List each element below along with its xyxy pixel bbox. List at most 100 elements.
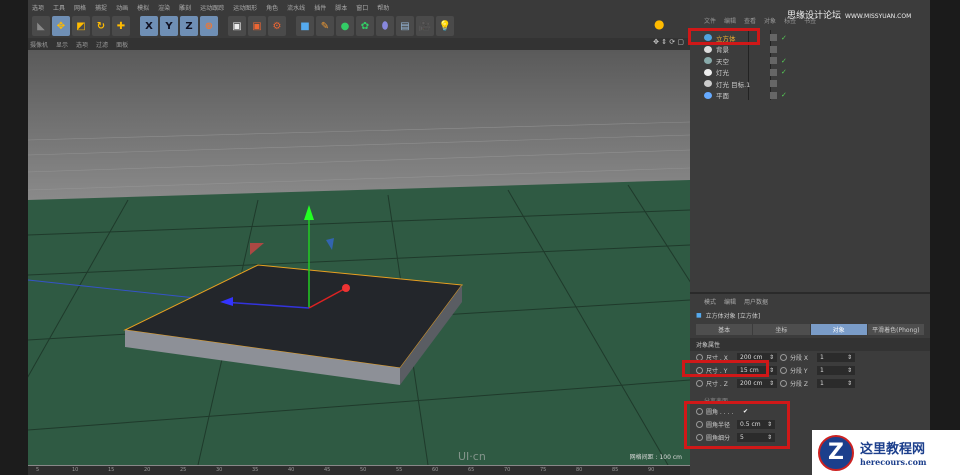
timeline-tick: 50: [360, 467, 367, 473]
menu-item[interactable]: 流水线: [287, 3, 305, 12]
scale-tool-icon[interactable]: ◩: [72, 16, 90, 36]
spin-icon[interactable]: ⇕: [847, 380, 852, 387]
object-manager-tab[interactable]: 编辑: [724, 16, 736, 28]
enabled-check-icon[interactable]: ✓: [781, 68, 787, 76]
pen-icon[interactable]: ✎: [316, 16, 334, 36]
visibility-toggle-icon[interactable]: [770, 80, 777, 87]
x-axis-lock-icon[interactable]: X: [140, 16, 158, 36]
anim-radio[interactable]: [780, 353, 787, 361]
menu-item[interactable]: 运动跟踪: [200, 3, 224, 12]
highlight-box: [688, 28, 760, 45]
highlight-box: [684, 401, 790, 449]
size-value: 200 cm: [740, 379, 763, 387]
x-axis-arrow-icon[interactable]: [342, 284, 350, 292]
logo-title: 这里教程网: [860, 442, 926, 457]
menu-item[interactable]: 角色: [266, 3, 278, 12]
viewport-menu-item[interactable]: 摄像机: [30, 40, 48, 49]
world-coords-icon[interactable]: ⊕: [200, 16, 218, 36]
object-manager-tab[interactable]: 对象: [764, 16, 776, 28]
attribute-subtab[interactable]: 坐标: [753, 324, 810, 335]
object-manager-tab[interactable]: 查看: [744, 16, 756, 28]
anim-radio[interactable]: [780, 366, 787, 374]
segment-field[interactable]: 1 ⇕: [817, 378, 855, 388]
menu-item[interactable]: 模拟: [137, 3, 149, 12]
z-axis-lock-icon[interactable]: Z: [180, 16, 198, 36]
viewport-nav-icons[interactable]: ✥ ⇕ ⟳ ▢: [653, 38, 684, 46]
object-row[interactable]: 灯光 ✓: [696, 67, 926, 78]
timeline-tick: 40: [288, 467, 295, 473]
timeline-tick: 60: [432, 467, 439, 473]
viewport-menu-item[interactable]: 面板: [116, 40, 128, 49]
menu-item[interactable]: 脚本: [335, 3, 347, 12]
timeline-tick: 15: [108, 467, 115, 473]
render-picture-icon[interactable]: ▣: [248, 16, 266, 36]
menu-item[interactable]: 渲染: [158, 3, 170, 12]
menu-item[interactable]: 工具: [53, 3, 65, 12]
object-row[interactable]: 天空 ✓: [696, 55, 926, 66]
menu-item[interactable]: 运动图形: [233, 3, 257, 12]
move-tool-icon[interactable]: ✥: [52, 16, 70, 36]
rotate-tool-icon[interactable]: ↻: [92, 16, 110, 36]
timeline-ruler[interactable]: 5 10 15 20 25 30 35 40 45 50 55 60 65 70 75 80 85 90: [28, 465, 690, 475]
visibility-toggle-icon[interactable]: [770, 45, 777, 53]
add-tool-icon[interactable]: ✚: [112, 16, 130, 36]
enabled-check-icon[interactable]: ✓: [781, 34, 787, 42]
timeline-tick: 85: [612, 467, 619, 473]
attribute-subtab[interactable]: 基本: [696, 324, 753, 335]
undo-icon[interactable]: ◣: [32, 16, 50, 36]
floor-icon[interactable]: ▤: [396, 16, 414, 36]
attribute-tab[interactable]: 编辑: [724, 297, 736, 306]
spin-icon[interactable]: ⇕: [769, 380, 774, 387]
menu-item[interactable]: 窗口: [356, 3, 368, 12]
menu-item[interactable]: 捕捉: [95, 3, 107, 12]
object-manager-tab[interactable]: 文件: [704, 16, 716, 28]
object-name: 平面: [716, 92, 729, 100]
menu-item[interactable]: 动画: [116, 3, 128, 12]
uicn-watermark: UI·cn: [458, 450, 486, 463]
enabled-check-icon[interactable]: ✓: [781, 57, 787, 65]
segment-field[interactable]: 1 ⇕: [817, 352, 855, 362]
visibility-toggle-icon[interactable]: [770, 91, 777, 99]
deformer-icon[interactable]: ⬮: [376, 16, 394, 36]
timeline-tick: 5: [36, 467, 40, 473]
object-row[interactable]: 灯光 目标.1: [696, 78, 926, 89]
visibility-toggle-icon[interactable]: [770, 57, 777, 64]
spin-icon[interactable]: ⇕: [847, 354, 852, 361]
cube-icon[interactable]: ■: [296, 16, 314, 36]
y-axis-lock-icon[interactable]: Y: [160, 16, 178, 36]
enabled-check-icon[interactable]: ✓: [781, 91, 787, 99]
object-row[interactable]: 背景: [696, 44, 926, 55]
viewport-menu-item[interactable]: 过滤: [96, 40, 108, 49]
subdivision-icon[interactable]: ●: [336, 16, 354, 36]
object-name: 天空: [716, 57, 729, 66]
viewport-menu-item[interactable]: 选项: [76, 40, 88, 49]
menu-item[interactable]: 雕刻: [179, 3, 191, 12]
viewport[interactable]: UI·cn 网格间距 : 100 cm: [28, 50, 690, 465]
visibility-toggle-icon[interactable]: [770, 68, 777, 76]
attribute-subtab[interactable]: 平滑着色(Phong): [867, 324, 924, 335]
object-row[interactable]: 平面 ✓: [696, 90, 926, 101]
anim-radio[interactable]: [696, 379, 703, 387]
menu-item[interactable]: 插件: [314, 3, 326, 12]
attribute-tab[interactable]: 模式: [704, 297, 716, 306]
attribute-tab[interactable]: 用户数据: [744, 297, 768, 306]
menu-item[interactable]: 帮助: [377, 3, 389, 12]
menu-item[interactable]: 选项: [32, 3, 44, 12]
render-settings-icon[interactable]: ⚙: [268, 16, 286, 36]
spin-icon[interactable]: ⇕: [769, 367, 774, 374]
visibility-toggle-icon[interactable]: [770, 34, 777, 41]
cloner-icon[interactable]: ✿: [356, 16, 374, 36]
anim-radio[interactable]: [780, 379, 787, 387]
render-view-icon[interactable]: ▣: [228, 16, 246, 36]
herecours-logo: Z 这里教程网 herecours.com: [812, 430, 960, 475]
spin-icon[interactable]: ⇕: [847, 367, 852, 374]
spin-icon[interactable]: ⇕: [769, 354, 774, 361]
viewport-menu-item[interactable]: 显示: [56, 40, 68, 49]
attribute-title: ■ 立方体对象 [立方体]: [690, 309, 930, 322]
segment-field[interactable]: 1 ⇕: [817, 365, 855, 375]
light-icon[interactable]: 💡: [436, 16, 454, 36]
menu-item[interactable]: 网格: [74, 3, 86, 12]
camera-icon[interactable]: 🎥: [416, 16, 434, 36]
attribute-subtab[interactable]: 对象: [810, 324, 867, 335]
size-field[interactable]: 200 cm ⇕: [737, 378, 777, 388]
